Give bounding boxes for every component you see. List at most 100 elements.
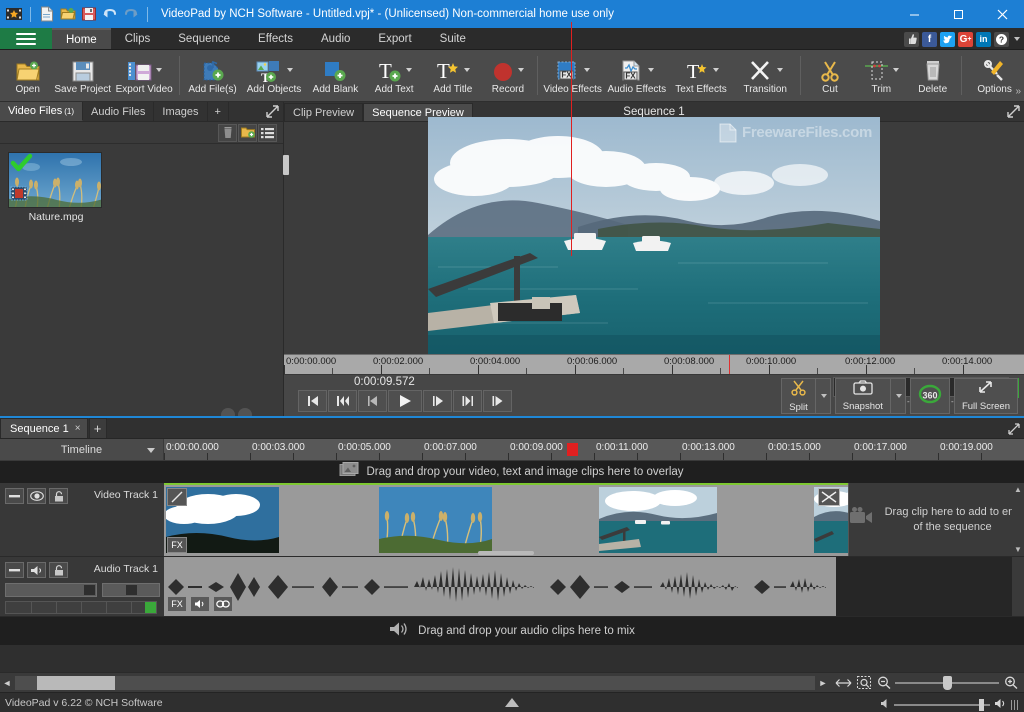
preview-ruler[interactable]: 0:00:00.000 0:00:02.000 0:00:04.000 0:00… [284, 354, 1024, 374]
audio-track-body[interactable]: FX [164, 557, 1024, 617]
video-track-visibility-button[interactable] [27, 488, 46, 504]
master-volume-knob[interactable] [979, 699, 984, 711]
pan-slider-knob[interactable] [126, 585, 137, 595]
tab-audio[interactable]: Audio [307, 28, 364, 49]
timeline-playhead[interactable] [571, 22, 572, 256]
split-button[interactable]: Split [781, 378, 830, 414]
google-plus-icon[interactable]: G+ [958, 32, 973, 47]
audio-link-badge[interactable] [213, 596, 233, 612]
open-button[interactable]: Open [2, 50, 53, 101]
split-main[interactable]: Split [782, 380, 814, 413]
tab-effects[interactable]: Effects [244, 28, 307, 49]
timeline-hscrollbar-thumb[interactable] [37, 676, 115, 690]
text-effects-button[interactable]: T Text Effects [669, 50, 733, 101]
linkedin-icon[interactable]: in [976, 32, 991, 47]
export-video-dropdown[interactable] [156, 68, 162, 72]
maximize-button[interactable] [936, 0, 980, 28]
bin-tab-add[interactable]: + [208, 102, 229, 121]
text-effects-dropdown[interactable] [713, 68, 719, 72]
preview-stage[interactable]: FreewareFiles.com [284, 122, 1024, 354]
tab-export[interactable]: Export [364, 28, 425, 49]
bin-tab-images[interactable]: Images [154, 102, 207, 121]
video-track-body[interactable]: FX Drag clip here to add to end of the s… [164, 483, 1024, 557]
audio-track-lock-button[interactable] [49, 562, 68, 578]
overlay-drop-hint[interactable]: Drag and drop your video, text and image… [0, 461, 1024, 483]
step-forward-button[interactable] [423, 390, 452, 412]
speaker-icon[interactable] [994, 696, 1007, 712]
transition-button[interactable]: Transition [733, 50, 797, 101]
scroll-up-icon[interactable]: ▲ [1014, 485, 1022, 494]
panel-splitter[interactable] [283, 155, 289, 175]
record-button[interactable]: Record [482, 50, 533, 101]
tab-home[interactable]: Home [52, 28, 111, 49]
tab-clips[interactable]: Clips [111, 28, 165, 49]
facebook-icon[interactable]: f [922, 32, 937, 47]
add-text-button[interactable]: T Add Text [365, 50, 424, 101]
timeline-ruler[interactable]: Timeline 0:00:00.000 0:00:03.000 0:00:05… [0, 439, 1024, 461]
preview-expand-icon[interactable] [1007, 105, 1020, 123]
audio-mute-badge[interactable] [190, 596, 210, 612]
step-back-button[interactable] [358, 390, 387, 412]
add-text-dropdown[interactable] [406, 68, 412, 72]
help-icon[interactable]: ? [994, 32, 1009, 47]
master-volume-slider[interactable] [894, 704, 990, 706]
bin-tab-video-files[interactable]: Video Files(1) [0, 102, 83, 121]
sequence-tab-1-close[interactable]: × [75, 423, 81, 434]
chevron-down-icon[interactable] [147, 448, 155, 453]
bin-expand-icon[interactable] [266, 105, 279, 123]
chevron-down-icon[interactable] [1014, 37, 1020, 41]
timeline-expand-icon[interactable] [1008, 422, 1020, 440]
undo-icon[interactable] [101, 5, 119, 23]
audio-effects-dropdown[interactable] [648, 68, 654, 72]
cut-button[interactable]: Cut [804, 50, 855, 101]
drop-end-zone[interactable]: Drag clip here to add to end of the sequ… [848, 483, 1024, 556]
play-pause-button[interactable] [453, 390, 482, 412]
playhead-handle[interactable] [567, 443, 578, 456]
add-objects-dropdown[interactable] [287, 68, 293, 72]
zoom-slider[interactable] [895, 676, 999, 690]
snapshot-main[interactable]: Snapshot [836, 380, 890, 412]
fullscreen-button[interactable]: Full Screen [954, 378, 1018, 414]
skip-start-button[interactable] [298, 390, 327, 412]
add-title-dropdown[interactable] [464, 68, 470, 72]
status-expand-icon[interactable] [0, 694, 1024, 712]
fit-selection-icon[interactable] [855, 675, 872, 691]
ribbon-overflow-button[interactable]: » [1015, 86, 1021, 97]
video-track-collapse-button[interactable] [5, 488, 24, 504]
audio-clip[interactable]: FX [164, 557, 836, 616]
open-project-icon[interactable] [59, 5, 77, 23]
snapshot-button[interactable]: Snapshot [835, 378, 906, 414]
tab-clip-preview[interactable]: Clip Preview [284, 103, 363, 121]
crossfade-badge[interactable] [818, 488, 840, 506]
zoom-in-icon[interactable] [1002, 675, 1019, 691]
new-project-icon[interactable] [38, 5, 56, 23]
fullscreen-main[interactable]: Full Screen [955, 380, 1017, 412]
twitter-icon[interactable] [940, 32, 955, 47]
audio-drop-hint[interactable]: Drag and drop your audio clips here to m… [0, 617, 1024, 645]
play-button[interactable] [388, 390, 422, 412]
resize-grip[interactable] [1011, 700, 1019, 710]
bin-list-view-button[interactable] [258, 124, 277, 142]
360-button[interactable]: 360 [910, 378, 950, 414]
timeline-vscrollbar[interactable]: ▲ ▼ [1012, 483, 1024, 556]
main-menu-button[interactable] [0, 28, 52, 49]
tab-sequence[interactable]: Sequence [164, 28, 244, 49]
bin-tab-audio-files[interactable]: Audio Files [83, 102, 154, 121]
audio-vscrollbar[interactable] [1012, 557, 1024, 616]
timeline-scale[interactable]: 0:00:00.000 0:00:03.000 0:00:05.000 0:00… [164, 439, 1024, 460]
timeline-hscrollbar[interactable] [15, 676, 815, 690]
video-effects-button[interactable]: FX Video Effects [541, 50, 605, 101]
scroll-down-icon[interactable]: ▼ [1014, 545, 1022, 554]
video-clip[interactable]: FX [164, 483, 848, 556]
sequence-add-button[interactable]: + [89, 418, 107, 438]
volume-slider-knob[interactable] [84, 585, 95, 595]
trim-dropdown[interactable] [893, 68, 899, 72]
thumbs-up-icon[interactable] [904, 32, 919, 47]
audio-track-collapse-button[interactable] [5, 562, 24, 578]
clip-fx-badge[interactable]: FX [167, 537, 187, 553]
minimize-button[interactable] [892, 0, 936, 28]
audio-track-mute-button[interactable] [27, 562, 46, 578]
save-project-button[interactable]: Save Project [53, 50, 112, 101]
add-blank-button[interactable]: Add Blank [306, 50, 365, 101]
add-title-button[interactable]: T Add Title [424, 50, 483, 101]
